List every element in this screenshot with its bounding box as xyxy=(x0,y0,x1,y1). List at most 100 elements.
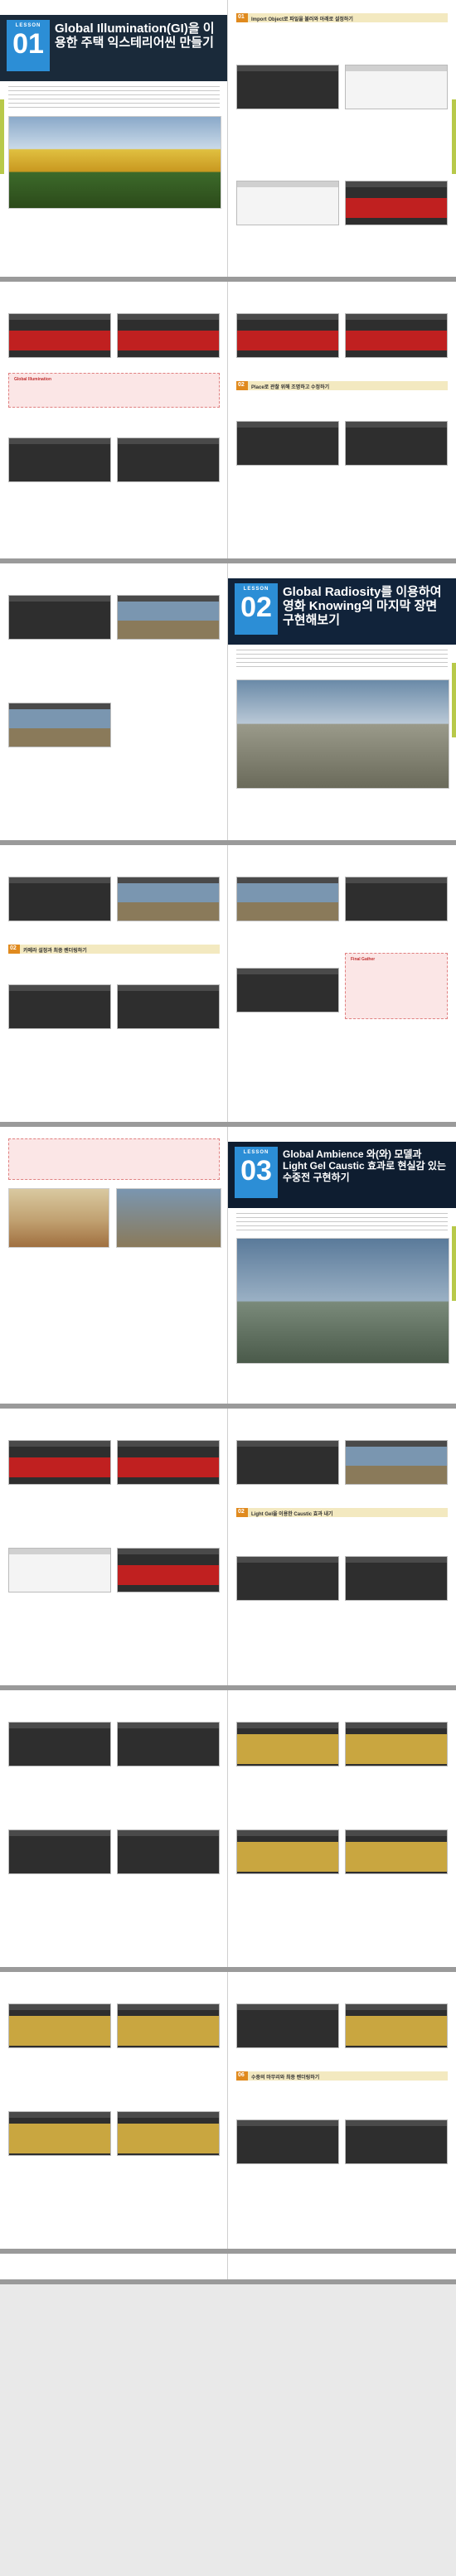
lesson-number: 03 xyxy=(240,1155,272,1187)
intro-paragraph xyxy=(236,650,448,669)
lesson-banner: LESSON 03 Global Ambience 와(와) 모델과 Light… xyxy=(228,1142,456,1208)
screenshot xyxy=(117,2111,220,2156)
intro-paragraph xyxy=(8,86,220,111)
screenshot xyxy=(117,984,220,1029)
step xyxy=(345,1989,448,2048)
step xyxy=(236,862,339,921)
screenshot xyxy=(236,877,339,921)
step xyxy=(117,423,220,482)
page-left xyxy=(0,1409,228,1685)
screenshot xyxy=(8,2111,111,2156)
side-tab xyxy=(452,99,456,174)
screenshot xyxy=(8,877,111,921)
step xyxy=(8,1989,111,2048)
page-right: LESSON 02 Global Radiosity를 이용하여 영화 Know… xyxy=(228,563,456,840)
screenshot xyxy=(345,2119,448,2164)
step xyxy=(8,423,111,482)
step xyxy=(117,1989,220,2048)
lesson-number: 02 xyxy=(240,592,272,623)
tip-title: Global Illumination xyxy=(14,377,51,382)
screenshot xyxy=(236,65,339,109)
screenshot xyxy=(8,984,111,1029)
page-right xyxy=(228,1690,456,1967)
step xyxy=(236,50,339,109)
screenshot xyxy=(236,1440,339,1485)
side-tab xyxy=(452,1226,456,1301)
screenshot xyxy=(236,181,339,225)
step xyxy=(345,2105,448,2164)
page-left xyxy=(0,1972,228,2249)
step xyxy=(8,688,111,747)
screenshot xyxy=(236,1556,339,1601)
step xyxy=(117,969,220,1029)
spread-5: LESSON 03 Global Ambience 와(와) 모델과 Light… xyxy=(0,1127,456,1409)
section-heading: 02 카메라 설정과 최종 렌더링하기 xyxy=(8,945,220,954)
page-left xyxy=(0,563,228,840)
step xyxy=(236,298,339,358)
section-heading: 02 Light Gel을 이용한 Caustic 효과 내기 xyxy=(236,1508,448,1517)
section-heading: 06 수중의 마무리와 최종 렌더링하기 xyxy=(236,2071,448,2081)
tip-title: Final Gather xyxy=(351,957,376,962)
step xyxy=(117,298,220,358)
step xyxy=(345,1707,448,1766)
render-image xyxy=(116,1188,221,1248)
step xyxy=(8,969,111,1029)
screenshot xyxy=(345,1829,448,1874)
screenshot xyxy=(345,877,448,921)
screenshot xyxy=(236,421,339,466)
screenshot xyxy=(8,313,111,358)
page-right: Final Gather xyxy=(228,845,456,1122)
step xyxy=(8,1425,111,1485)
screenshot xyxy=(345,1556,448,1601)
step xyxy=(345,50,448,109)
step xyxy=(8,580,111,640)
page-right: LESSON 03 Global Ambience 와(와) 모델과 Light… xyxy=(228,1127,456,1404)
step xyxy=(236,1541,339,1601)
step xyxy=(345,862,448,921)
step xyxy=(236,166,339,225)
section-title: Import Object로 파일을 불러와 아래로 설정하기 xyxy=(251,17,353,22)
step xyxy=(117,580,220,640)
screenshot xyxy=(236,313,339,358)
step xyxy=(117,862,220,921)
lesson-title: Global Radiosity를 이용하여 영화 Knowing의 마지막 장… xyxy=(283,585,442,627)
lesson-title: Global Illumination(GI)을 이용한 주택 익스테리어씬 만… xyxy=(55,22,215,50)
section-title: 수중의 마무리와 최종 렌더링하기 xyxy=(251,2076,320,2081)
step xyxy=(8,1533,111,1592)
screenshot xyxy=(345,1722,448,1766)
step xyxy=(236,1815,339,1874)
screenshot xyxy=(8,595,111,640)
page-left: Global Illumination xyxy=(0,282,228,558)
step xyxy=(345,166,448,225)
section-title: Light Gel을 이용한 Caustic 효과 내기 xyxy=(251,1512,333,1517)
screenshot xyxy=(117,313,220,358)
section-heading: 01 Import Object로 파일을 불러와 아래로 설정하기 xyxy=(236,13,448,22)
screenshot xyxy=(117,437,220,482)
tip-box xyxy=(8,1138,220,1180)
step xyxy=(8,1707,111,1766)
step xyxy=(117,1425,220,1485)
spread-3: LESSON 02 Global Radiosity를 이용하여 영화 Know… xyxy=(0,563,456,845)
step xyxy=(117,2096,220,2156)
step xyxy=(345,298,448,358)
lesson-number-block: LESSON 01 xyxy=(7,20,50,71)
hero-image xyxy=(8,116,221,209)
screenshot xyxy=(236,1829,339,1874)
step xyxy=(8,298,111,358)
spread-4: 02 카메라 설정과 최종 렌더링하기 Final Gather xyxy=(0,845,456,1127)
screenshot xyxy=(117,595,220,640)
spread-6: 02 Light Gel을 이용한 Caustic 효과 내기 xyxy=(0,1409,456,1690)
hero-image xyxy=(236,1238,449,1364)
screenshot xyxy=(117,877,220,921)
spread-9 xyxy=(0,2254,456,2284)
screenshot xyxy=(345,313,448,358)
step xyxy=(117,1815,220,1874)
intro-paragraph xyxy=(236,1213,448,1231)
screenshot xyxy=(8,1440,111,1485)
step xyxy=(8,2096,111,2156)
step xyxy=(117,1707,220,1766)
lesson-number-block: LESSON 02 xyxy=(235,583,278,635)
section-title: 카메라 설정과 최종 렌더링하기 xyxy=(23,949,87,954)
screenshot xyxy=(8,2003,111,2048)
step xyxy=(236,953,339,1013)
